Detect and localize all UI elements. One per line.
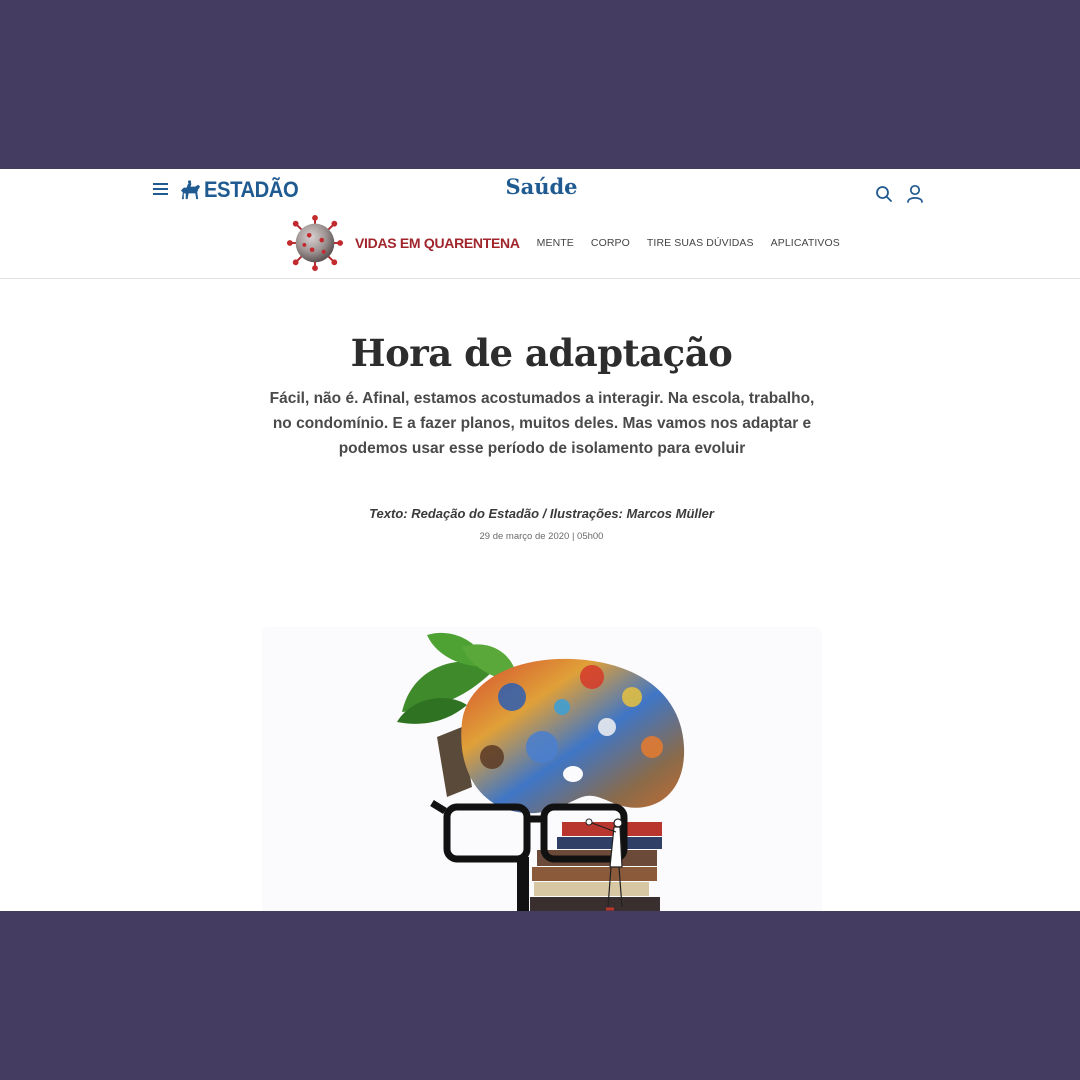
article-subhead: Fácil, não é. Afinal, estamos acostumado… [269,390,815,457]
article-headline: Hora de adaptação [350,331,733,375]
nav-item-aplicativos[interactable]: APLICATIVOS [771,237,840,249]
article-credits: Texto: Redação do Estadão / Ilustrações:… [369,506,714,521]
article-illustration [262,627,822,911]
nav-item-mente[interactable]: MENTE [537,237,574,249]
coronavirus-icon[interactable] [286,214,344,272]
nav-item-tire-suas-duvidas[interactable]: TIRE SUAS DÚVIDAS [647,237,754,249]
section-subnav: VIDAS EM QUARENTENA MENTE CORPO TIRE SUA… [286,213,857,273]
nav-item-corpo[interactable]: CORPO [591,237,630,249]
page-frame: ESTADÃO Saúde VIDAS EM QUARENTENA MENTE … [0,169,1080,911]
user-icon[interactable] [906,184,924,203]
article-dateline: 29 de março de 2020 | 05h00 [479,531,604,542]
special-coverage-link[interactable]: VIDAS EM QUARENTENA [355,235,520,251]
search-icon[interactable] [875,185,893,203]
site-header: ESTADÃO Saúde VIDAS EM QUARENTENA MENTE … [0,169,1080,279]
palette-glasses-books-illustration [397,632,685,911]
